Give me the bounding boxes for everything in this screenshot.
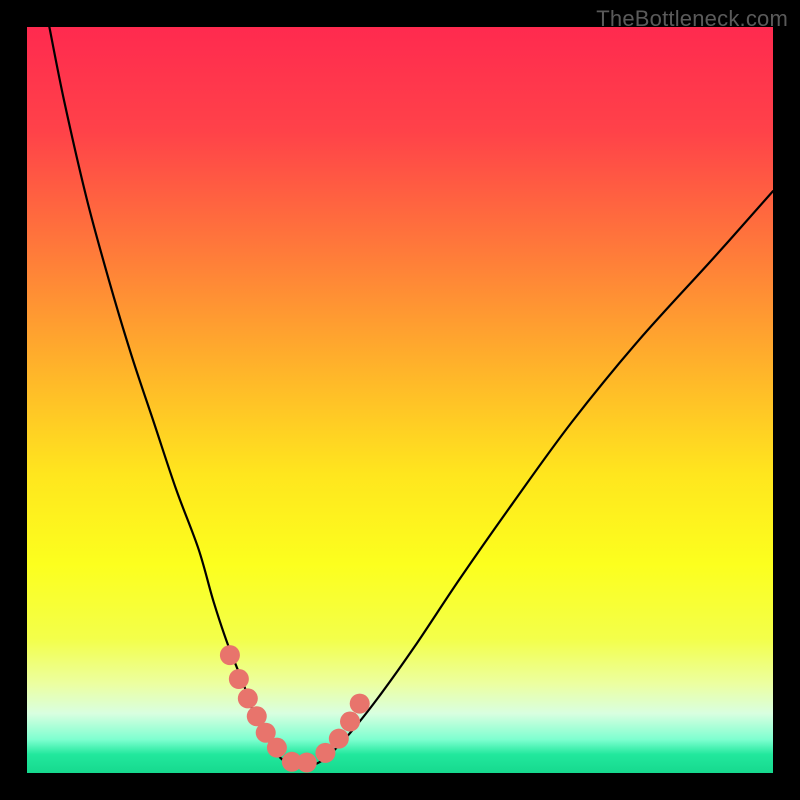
marker-point <box>340 712 360 732</box>
marker-point <box>267 738 287 758</box>
marker-point <box>229 669 249 689</box>
bottleneck-curve <box>49 27 773 766</box>
chart-frame: TheBottleneck.com <box>0 0 800 800</box>
marker-point <box>220 645 240 665</box>
highlighted-markers <box>220 645 370 772</box>
curve-layer <box>27 27 773 773</box>
marker-point <box>329 729 349 749</box>
marker-point <box>238 688 258 708</box>
marker-point <box>297 753 317 773</box>
plot-area <box>27 27 773 773</box>
watermark-text: TheBottleneck.com <box>596 6 788 32</box>
marker-point <box>350 694 370 714</box>
